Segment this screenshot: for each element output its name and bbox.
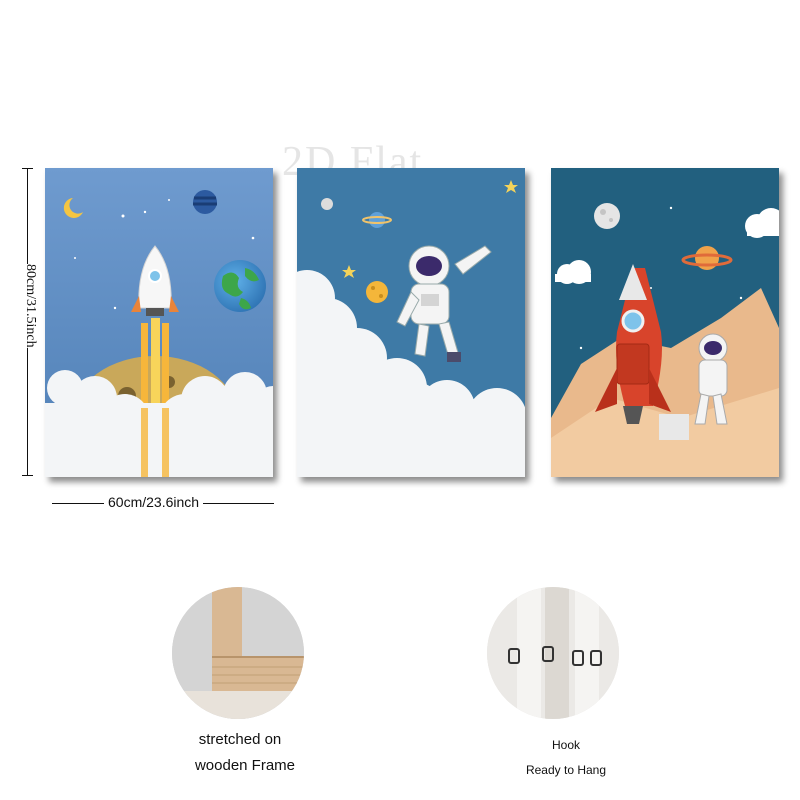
astronaut-floating-illustration bbox=[297, 168, 525, 477]
height-dimension-label: 80cm/31.5inch bbox=[20, 264, 40, 348]
hook-caption-line2: Ready to Hang bbox=[525, 763, 607, 777]
wooden-frame-detail-image bbox=[172, 587, 304, 719]
height-dimension-tick-top bbox=[22, 168, 33, 169]
rocket-launch-illustration bbox=[45, 168, 273, 477]
rocket-astronaut-panel bbox=[551, 168, 779, 477]
rocket-astronaut-illustration bbox=[551, 168, 779, 477]
yellow-planet-icon bbox=[366, 281, 388, 303]
small-moon-icon bbox=[321, 198, 333, 210]
rocket-launch-panel bbox=[45, 168, 273, 477]
hook-detail-image bbox=[487, 587, 619, 719]
height-dimension-tick-bottom bbox=[22, 475, 33, 476]
astronaut-floating-panel bbox=[297, 168, 525, 477]
frame-caption-line2: wooden Frame bbox=[194, 757, 296, 774]
blue-planet-icon bbox=[193, 190, 217, 214]
width-dimension-label: 60cm/23.6inch bbox=[104, 494, 204, 510]
hook-caption-line1: Hook bbox=[551, 738, 580, 752]
crate-icon bbox=[659, 414, 689, 440]
frame-caption-line1: stretched on bbox=[198, 731, 282, 748]
moon-icon bbox=[594, 203, 620, 229]
